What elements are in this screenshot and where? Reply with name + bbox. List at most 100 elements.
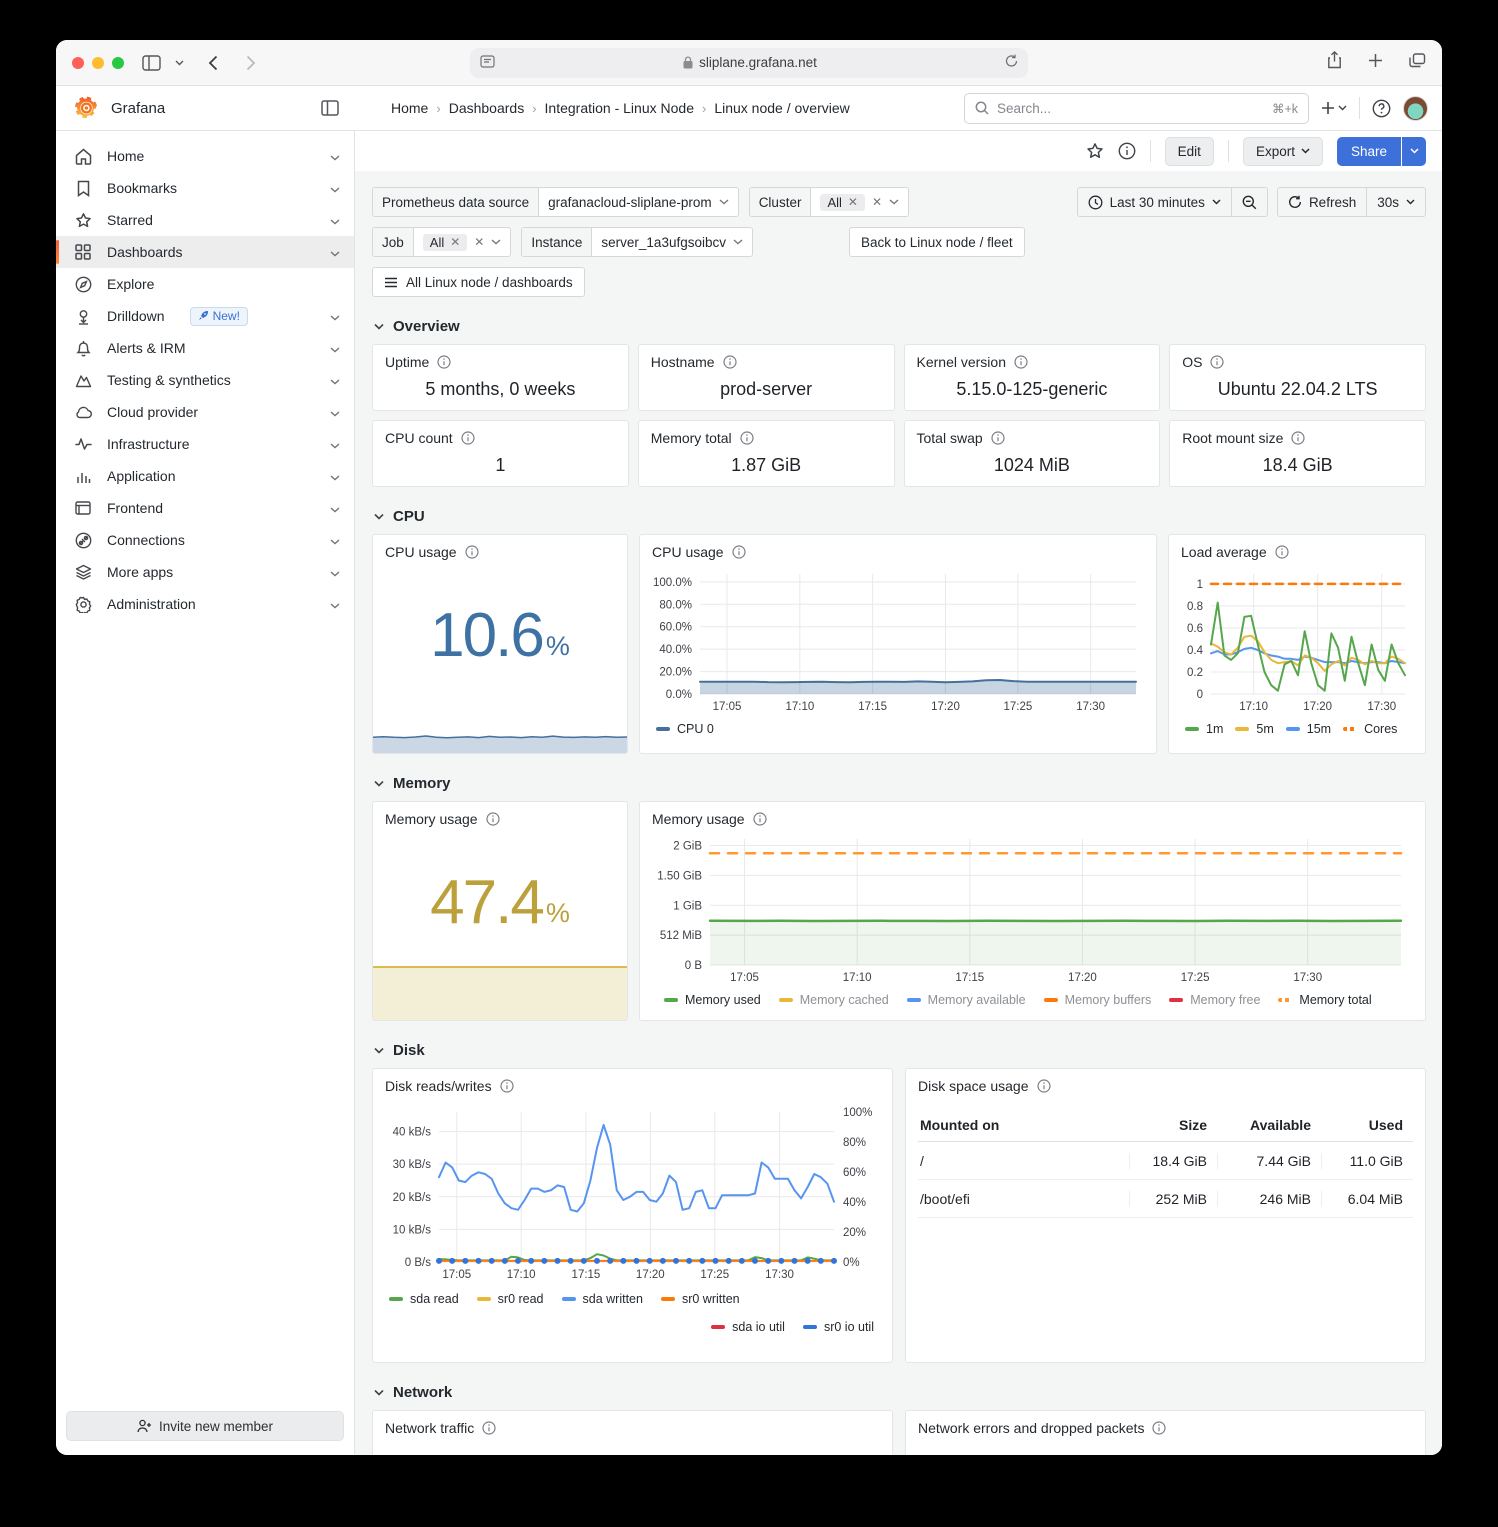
table-row[interactable]: /boot/efi252 MiB246 MiB6.04 MiB [918,1180,1413,1218]
reader-icon[interactable] [480,55,495,71]
info-icon[interactable] [482,1421,496,1435]
window-controls[interactable] [72,57,124,69]
sidebar-item-administration[interactable]: Administration [56,588,354,620]
instance-picker[interactable]: Instance server_1a3ufgsoibcv [521,227,753,257]
sidebar-item-explore[interactable]: Explore [56,268,354,300]
sidebar-item-alerts-irm[interactable]: Alerts & IRM [56,332,354,364]
remove-chip-icon[interactable]: ✕ [450,235,460,249]
legend-item[interactable]: 5m [1235,722,1273,736]
share-button[interactable]: Share [1337,137,1401,166]
sidebar-item-starred[interactable]: Starred [56,204,354,236]
chevron-down-icon[interactable] [330,244,340,260]
info-icon[interactable] [1014,355,1028,369]
edit-button[interactable]: Edit [1165,137,1214,166]
sidebar-item-drilldown[interactable]: Drilldown New! [56,300,354,332]
chevron-down-icon[interactable] [330,404,340,420]
share-page-icon[interactable] [1327,51,1342,74]
col-used[interactable]: Used [1321,1117,1413,1133]
sidebar-item-application[interactable]: Application [56,460,354,492]
close-window-button[interactable] [72,57,84,69]
info-icon[interactable] [486,812,500,826]
refresh-interval-picker[interactable]: 30s [1367,188,1425,216]
job-filter[interactable]: Job All✕ ✕ [372,227,511,257]
col-mounted-on[interactable]: Mounted on [918,1117,1129,1133]
refresh-button[interactable]: Refresh [1278,188,1366,216]
legend-item[interactable]: sr0 io util [803,1320,874,1334]
back-to-fleet-button[interactable]: Back to Linux node / fleet [849,227,1025,257]
datasource-picker[interactable]: Prometheus data source grafanacloud-slip… [372,187,739,217]
table-header[interactable]: Mounted on Size Available Used [918,1108,1413,1142]
info-icon[interactable] [1152,1421,1166,1435]
chevron-down-icon[interactable] [330,532,340,548]
info-icon[interactable] [1037,1079,1051,1093]
legend-item[interactable]: sda io util [711,1320,785,1334]
chevron-down-icon[interactable] [330,180,340,196]
help-icon[interactable] [1372,99,1391,118]
collapse-sidebar-icon[interactable] [321,100,339,116]
chevron-down-icon[interactable] [330,468,340,484]
col-available[interactable]: Available [1217,1117,1321,1133]
sidebar-item-connections[interactable]: Connections [56,524,354,556]
search-input[interactable]: Search... ⌘+k [964,93,1309,124]
legend-item[interactable]: 1m [1185,722,1223,736]
section-disk[interactable]: Disk [374,1042,1426,1059]
legend-item[interactable]: Memory buffers [1044,993,1152,1007]
chevron-down-icon[interactable] [330,564,340,580]
legend-item[interactable]: sr0 read [477,1292,544,1306]
sidebar-item-testing-synthetics[interactable]: Testing & synthetics [56,364,354,396]
legend-item[interactable]: sda written [562,1292,643,1306]
minimize-window-button[interactable] [92,57,104,69]
info-icon[interactable] [740,431,754,445]
chevron-down-icon[interactable] [330,500,340,516]
info-icon[interactable] [1210,355,1224,369]
legend-item[interactable]: Memory available [907,993,1026,1007]
clear-filter-icon[interactable]: ✕ [872,195,882,209]
col-size[interactable]: Size [1129,1117,1217,1133]
browser-sidebar-icon[interactable] [142,55,161,71]
chevron-down-icon[interactable] [330,340,340,356]
dashboard-content[interactable]: Prometheus data source grafanacloud-slip… [355,171,1442,1455]
remove-chip-icon[interactable]: ✕ [848,195,858,209]
clear-filter-icon[interactable]: ✕ [474,235,484,249]
chevron-down-icon[interactable] [330,596,340,612]
info-icon[interactable] [723,355,737,369]
sidebar-item-infrastructure[interactable]: Infrastructure [56,428,354,460]
legend-item[interactable]: Cores [1343,722,1397,736]
info-icon[interactable] [1291,431,1305,445]
cluster-filter[interactable]: Cluster All✕ ✕ [749,187,909,217]
new-tab-icon[interactable] [1368,53,1383,73]
add-new-button[interactable] [1321,101,1347,115]
breadcrumb-integration[interactable]: Integration - Linux Node [545,100,694,116]
legend-item[interactable]: Memory total [1278,993,1371,1007]
legend-item[interactable]: 15m [1286,722,1331,736]
legend-item[interactable]: sr0 written [661,1292,740,1306]
back-button[interactable] [208,55,218,71]
info-icon[interactable] [732,545,746,559]
sidebar-item-home[interactable]: Home [56,140,354,172]
sidebar-item-dashboards[interactable]: Dashboards [56,236,354,268]
url-bar[interactable]: sliplane.grafana.net [470,48,1028,78]
section-memory[interactable]: Memory [374,775,1426,792]
chevron-down-icon[interactable] [330,148,340,164]
section-network[interactable]: Network [374,1384,1426,1401]
sidebar-item-bookmarks[interactable]: Bookmarks [56,172,354,204]
legend-item[interactable]: CPU 0 [656,722,714,736]
time-range-picker[interactable]: Last 30 minutes [1078,188,1231,216]
sidebar-item-cloud-provider[interactable]: Cloud provider [56,396,354,428]
tab-overview-icon[interactable] [1409,53,1426,73]
star-dashboard-icon[interactable] [1086,142,1104,160]
dashboard-info-icon[interactable] [1118,142,1136,160]
info-icon[interactable] [500,1079,514,1093]
legend-item[interactable]: Memory used [664,993,761,1007]
reload-icon[interactable] [1005,54,1018,71]
export-button[interactable]: Export [1243,137,1323,166]
sidebar-item-frontend[interactable]: Frontend [56,492,354,524]
info-icon[interactable] [1275,545,1289,559]
legend-item[interactable]: sda read [389,1292,459,1306]
legend-item[interactable]: Memory cached [779,993,889,1007]
chevron-down-icon[interactable] [330,436,340,452]
zoom-out-time-button[interactable] [1232,188,1267,216]
info-icon[interactable] [465,545,479,559]
info-icon[interactable] [461,431,475,445]
breadcrumb-home[interactable]: Home [391,100,428,116]
